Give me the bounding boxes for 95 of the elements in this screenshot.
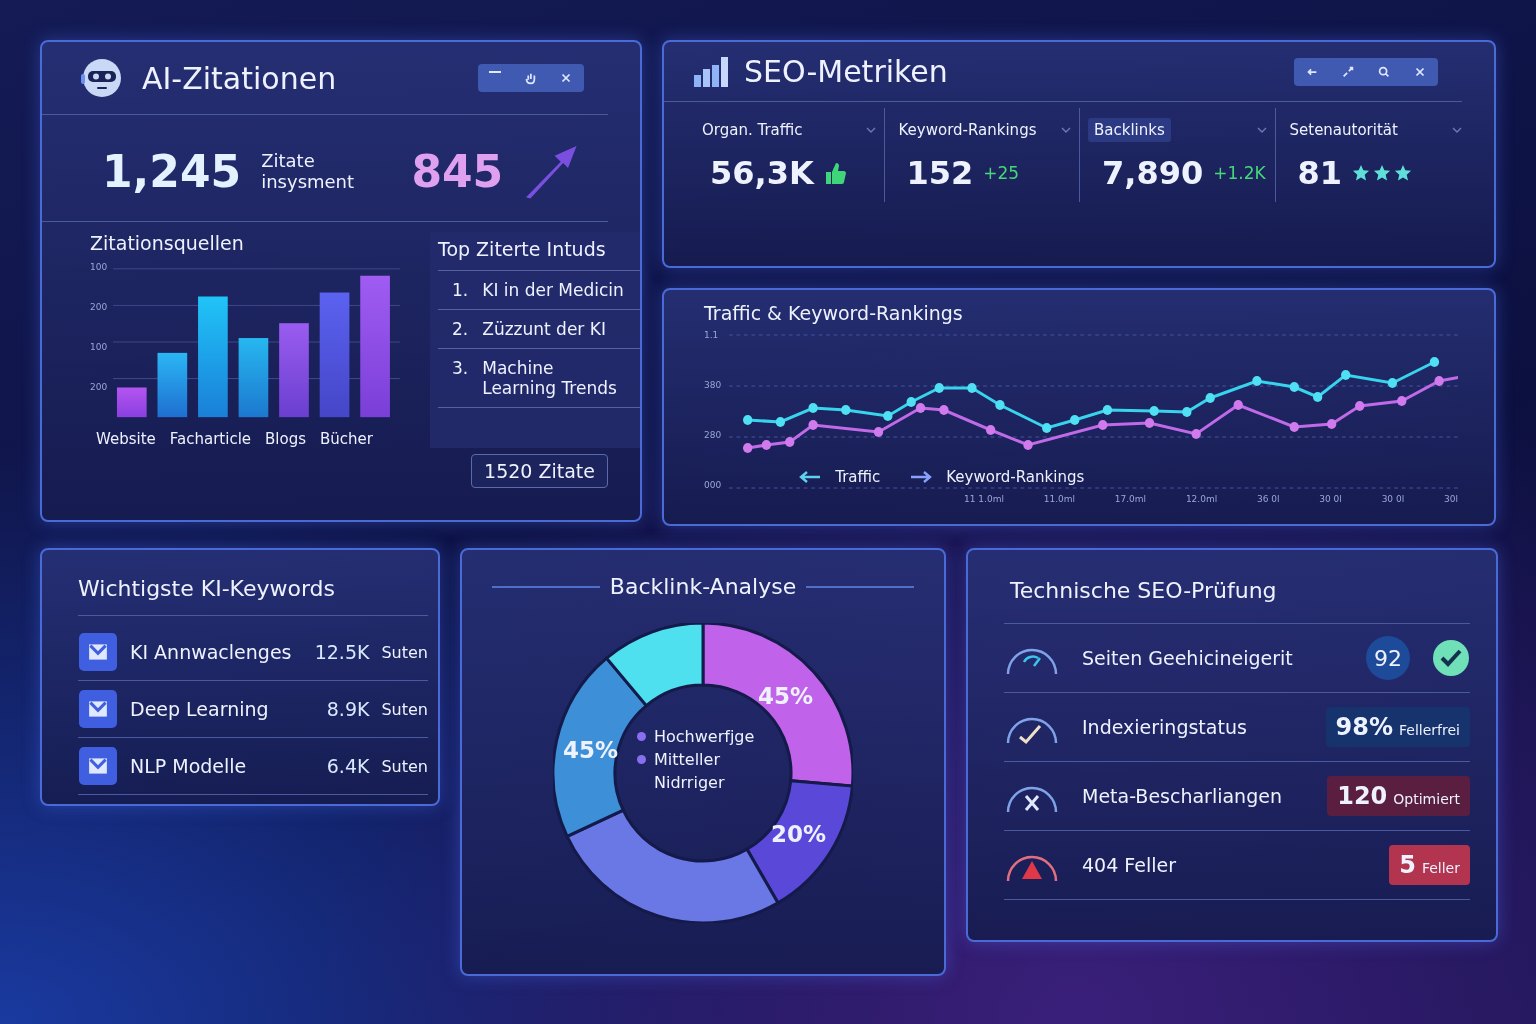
list-number: 3. xyxy=(452,358,469,380)
slice-label: 45% xyxy=(563,736,619,765)
list-number: 1. xyxy=(452,280,469,300)
highlight-count: 845 xyxy=(411,145,504,197)
legend-label: Nidrriger xyxy=(654,773,725,792)
metric-value: 7,890 xyxy=(1102,154,1204,192)
chevron-down-icon[interactable] xyxy=(1452,127,1462,133)
legend-dot xyxy=(637,732,646,741)
legend-label: Mitteller xyxy=(654,750,720,769)
legend-dot xyxy=(637,755,646,764)
slice-label: 20% xyxy=(771,820,827,849)
metric-tab[interactable]: Organ. Traffic xyxy=(696,118,809,142)
hand-icon xyxy=(523,71,537,85)
list-item-text: Machine Learning Trends xyxy=(482,358,618,398)
slice-label: 45% xyxy=(758,682,814,711)
axis-label: 380 xyxy=(704,380,722,390)
star-icon xyxy=(1352,164,1371,182)
chevron-down-icon[interactable] xyxy=(1061,127,1071,133)
minimize-icon xyxy=(489,71,501,73)
legend-label: Keyword-Rankings xyxy=(946,468,1085,486)
axis-label: 280 xyxy=(704,430,722,440)
total-citations-label: Zitate insysment xyxy=(261,150,356,192)
axis-label: 30 0l xyxy=(1319,494,1342,504)
audit-item-label: Meta-Bescharliangen xyxy=(1082,785,1283,807)
axis-label: 17.0ml xyxy=(1114,494,1147,504)
axis-label: 200 xyxy=(90,302,108,312)
check-icon xyxy=(1432,639,1470,677)
close-icon xyxy=(559,71,573,85)
bar-chart-icon xyxy=(694,56,728,87)
keyword-name: KI Annwaclenges xyxy=(130,641,293,663)
status-badge: 5 Feller xyxy=(1389,845,1470,885)
metric-change: +25 xyxy=(983,163,1020,183)
search-volume-unit: Suten xyxy=(381,642,428,662)
axis-label: 100 xyxy=(90,342,108,352)
axis-label: 36 0l xyxy=(1256,494,1280,504)
axis-label: 30 0l xyxy=(1381,494,1405,504)
search-volume-unit: Suten xyxy=(381,699,428,719)
metric-tab[interactable]: Setenautorität xyxy=(1283,118,1404,142)
legend-label: Hochwerfjge xyxy=(654,727,755,746)
bar xyxy=(157,352,188,418)
list-item-text: Züzzunt der KI xyxy=(482,319,606,339)
citation-count-pill: 1520 Zitate xyxy=(471,454,608,488)
metric-value: 56,3K xyxy=(710,154,814,192)
axis-label: 100 xyxy=(90,262,108,272)
metric-change: +1.2K xyxy=(1213,163,1266,183)
search-volume: 8.9K xyxy=(326,698,370,720)
metric-value: 81 xyxy=(1297,154,1343,192)
audit-item-label: Seiten Geehicineigerit xyxy=(1082,647,1294,669)
axis-label: 11 1.0ml xyxy=(964,494,1004,504)
search-volume: 6.4K xyxy=(326,755,370,777)
category-label: Blogs xyxy=(265,430,307,448)
panel-title: Wichtigste KI-Keywords xyxy=(78,564,428,616)
category-label: Website xyxy=(96,430,156,448)
chevron-down-icon[interactable] xyxy=(1256,127,1267,133)
total-citations: 1,245 xyxy=(102,145,242,197)
axis-label: 30l xyxy=(1443,494,1458,504)
panel-title: Technische SEO-Prüfung xyxy=(1004,564,1470,624)
audit-item-label: Indexieringstatus xyxy=(1082,716,1248,738)
expand-icon xyxy=(1341,64,1355,79)
metric-value: 152 xyxy=(906,154,974,192)
axis-label: 12.0ml xyxy=(1185,494,1218,504)
keyword-row[interactable]: KI Annwaclenges 12.5K Suten xyxy=(78,624,428,681)
section-title: Top Ziterte Intuds xyxy=(438,238,640,271)
search-volume-unit: Suten xyxy=(381,756,428,776)
category-label: Bücher xyxy=(320,430,373,448)
keyword-row[interactable]: Deep Learning 8.9K Suten xyxy=(78,681,428,738)
keyword-name: NLP Modelle xyxy=(130,755,248,777)
axis-label: 1.1 xyxy=(704,330,720,340)
axis-label: 000 xyxy=(704,480,722,490)
audit-item-label: 404 Feller xyxy=(1082,854,1177,876)
bar xyxy=(117,387,147,418)
score-circle: 92 xyxy=(1366,636,1410,680)
panel-title: SEO-Metriken xyxy=(744,54,949,89)
axis-label: 200 xyxy=(90,382,108,392)
panel-title: AI-Zitationen xyxy=(142,60,338,96)
star-icon xyxy=(1373,164,1392,182)
star-icon xyxy=(1394,164,1413,182)
search-icon xyxy=(1377,64,1391,79)
keyword-name: Deep Learning xyxy=(130,698,270,720)
list-number: 2. xyxy=(452,319,469,339)
thumbs-up-icon xyxy=(823,161,846,185)
status-badge: 98% Fellerfrei xyxy=(1325,707,1470,747)
metric-tab[interactable]: Keyword-Rankings xyxy=(892,118,1043,142)
search-volume: 12.5K xyxy=(314,641,370,663)
chevron-down-icon[interactable] xyxy=(865,127,876,133)
category-label: Facharticle xyxy=(169,430,252,448)
selected-metric-tab[interactable]: Backlinks xyxy=(1088,118,1171,142)
axis-label: 11.0ml xyxy=(1043,494,1075,504)
chart-title: Traffic & Keyword-Rankings xyxy=(704,302,964,324)
keyword-row[interactable]: NLP Modelle 6.4K Suten xyxy=(78,738,428,795)
legend-label: Traffic xyxy=(835,468,881,486)
panel-title: Backlink-Analyse xyxy=(609,574,797,599)
status-badge: 120 Optimiert xyxy=(1327,776,1470,816)
section-title: Zitationsquellen xyxy=(90,232,245,254)
list-item-text: KI in der Medicin xyxy=(482,280,624,300)
